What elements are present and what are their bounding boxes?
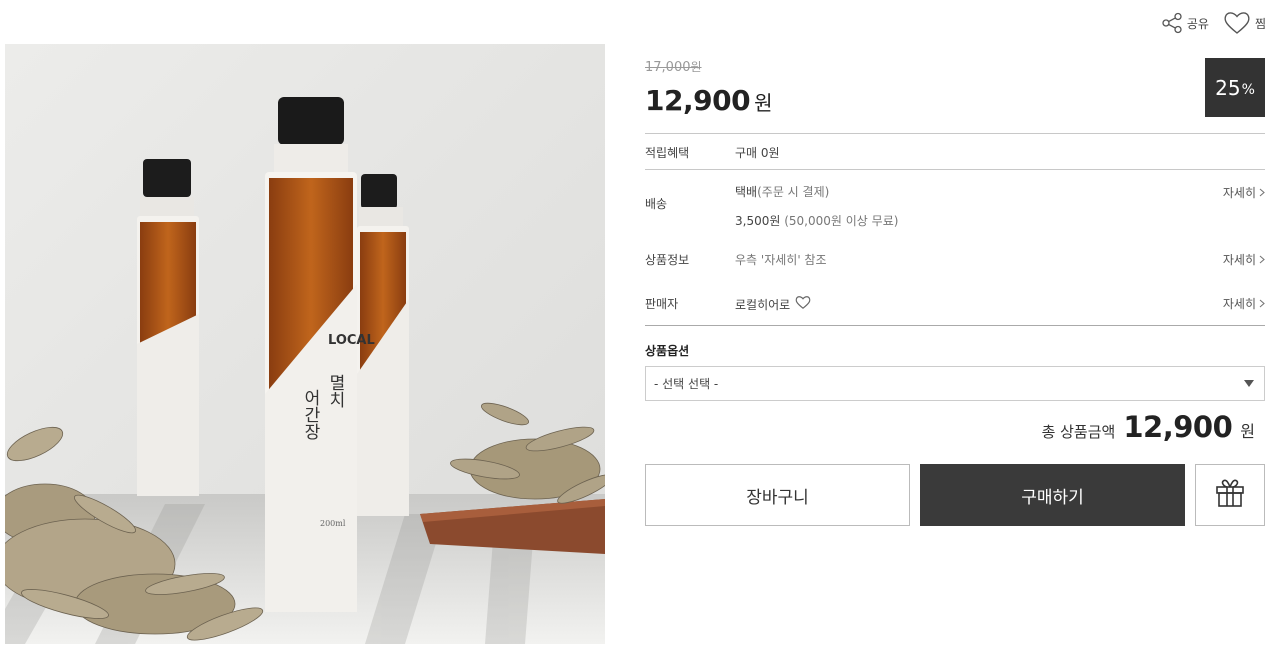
points-value: 구매 0원 [735, 146, 780, 160]
wish-button[interactable]: 찜 [1223, 10, 1266, 36]
discount-unit: % [1241, 81, 1255, 98]
sale-price-value: 12,900 [645, 84, 751, 117]
sale-price: 12,900 원 [645, 84, 772, 117]
wish-label: 찜 [1254, 16, 1266, 31]
original-price-value: 17,000 [645, 60, 691, 75]
seller-detail-link[interactable]: 자세히 [1223, 295, 1265, 312]
seller-value: 로컬히어로 [735, 295, 811, 313]
share-button[interactable]: 공유 [1161, 12, 1209, 34]
bottle-left [137, 159, 199, 496]
share-icon [1161, 12, 1183, 34]
detail-label: 자세히 [1222, 297, 1256, 311]
product-info-value: 우측 '자세히' 참조 [735, 253, 827, 267]
heart-icon [1223, 10, 1251, 36]
shipping-fee-note: (50,000원 이상 무료) [784, 214, 899, 228]
points-label: 적립혜택 [645, 146, 690, 160]
total-label: 총 상품금액 [1041, 423, 1116, 441]
heart-icon[interactable] [795, 295, 811, 313]
gift-button[interactable] [1195, 464, 1265, 526]
add-to-cart-button[interactable]: 장바구니 [645, 464, 910, 526]
original-price: 17,000원 [645, 58, 702, 75]
shipping-fee: 3,500원 (50,000원 이상 무료) [735, 212, 898, 229]
svg-text:200ml: 200ml [320, 519, 346, 528]
discount-badge: 25% [1205, 58, 1265, 117]
chevron-right-icon [1259, 186, 1265, 200]
product-image: LOCAL 멸치 어간장 200ml [5, 44, 605, 644]
option-selected-value: - 선택 선택 - [654, 377, 719, 391]
total-unit: 원 [1240, 422, 1255, 441]
top-actions: 공유 찜 [1161, 10, 1266, 36]
option-select[interactable]: - 선택 선택 - [645, 366, 1265, 401]
original-price-unit: 원 [690, 60, 702, 74]
shipping-fee-value: 3,500원 [735, 214, 781, 228]
svg-text:멸치: 멸치 [325, 374, 345, 408]
divider [645, 169, 1265, 170]
svg-text:LOCAL: LOCAL [328, 333, 375, 348]
sale-price-unit: 원 [754, 91, 773, 115]
caret-down-icon [1244, 380, 1254, 387]
buy-now-button[interactable]: 구매하기 [920, 464, 1185, 526]
discount-value: 25 [1215, 75, 1241, 100]
product-info-detail-link[interactable]: 자세히 [1223, 251, 1265, 268]
shipping-method: 택배(주문 시 결제) [735, 183, 829, 200]
chevron-right-icon [1259, 297, 1265, 311]
detail-label: 자세히 [1222, 253, 1256, 267]
detail-label: 자세히 [1222, 186, 1256, 200]
product-info-label: 상품정보 [645, 253, 690, 267]
shipping-method-note: (주문 시 결제) [757, 185, 830, 199]
divider [645, 325, 1265, 326]
total-amount: 12,900 [1123, 410, 1233, 444]
share-label: 공유 [1186, 16, 1209, 31]
seller-name[interactable]: 로컬히어로 [735, 296, 790, 313]
seller-label: 판매자 [645, 297, 679, 311]
shipping-method-value: 택배 [735, 185, 758, 199]
shipping-label: 배송 [645, 197, 668, 211]
divider [645, 133, 1265, 134]
shipping-detail-link[interactable]: 자세히 [1223, 184, 1265, 201]
option-title: 상품옵션 [645, 344, 690, 358]
total-price: 총 상품금액 12,900 원 [1042, 410, 1255, 444]
chevron-right-icon [1259, 253, 1265, 267]
svg-text:어간장: 어간장 [300, 389, 320, 440]
gift-icon [1214, 477, 1246, 513]
